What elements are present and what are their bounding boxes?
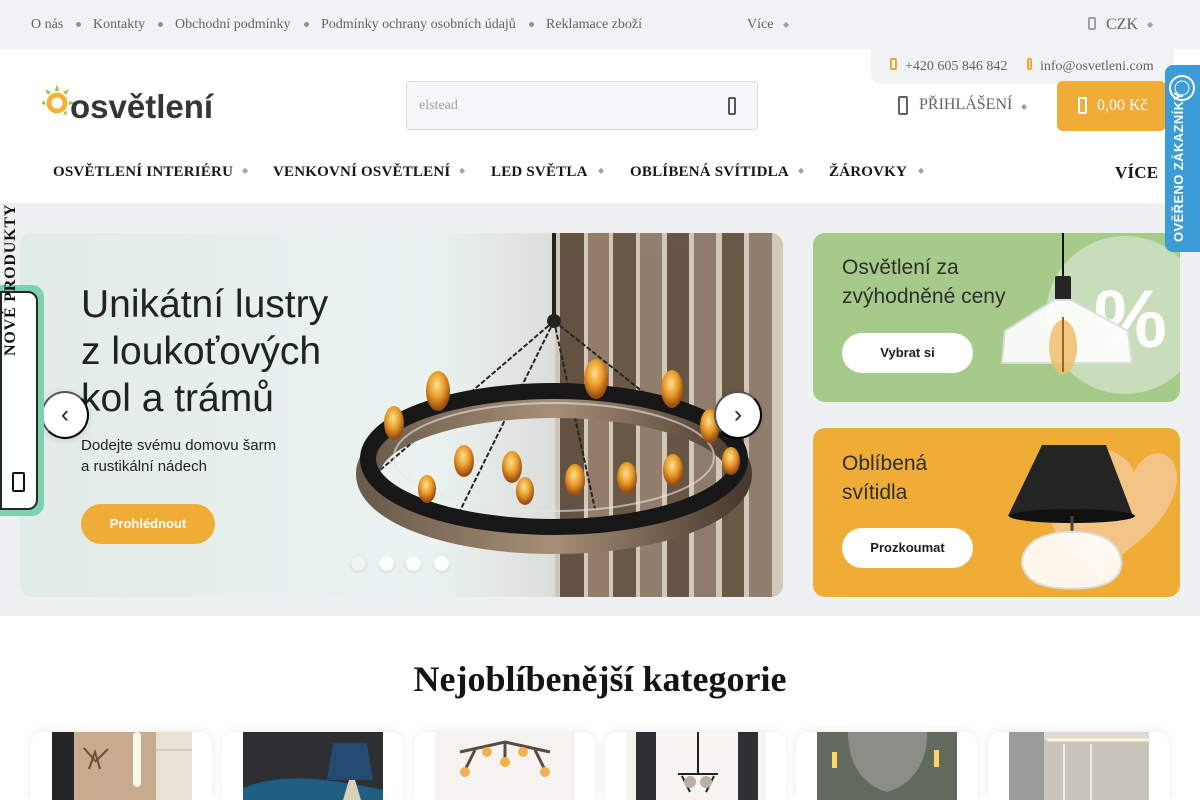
hero-slider[interactable]: Unikátní lustry z loukoťových kol a trám… xyxy=(20,233,783,597)
nav-more[interactable]: VÍCE xyxy=(1115,163,1158,183)
chevron-down-icon: ◆ xyxy=(783,20,790,29)
category-card[interactable] xyxy=(988,732,1169,800)
hero-subtitle-line: a rustikální nádech xyxy=(81,458,207,475)
hero-title-line: kol a trámů xyxy=(81,377,274,420)
cart-icon xyxy=(1078,97,1087,114)
cart-button[interactable]: 0,00 Kč xyxy=(1057,81,1166,131)
category-card[interactable] xyxy=(605,732,786,800)
promo-title-line: svítidla xyxy=(842,481,908,504)
verified-label: OVĚŘENO ZÁKAZNÍKY xyxy=(1171,91,1186,242)
cart-total: 0,00 Kč xyxy=(1097,97,1148,114)
search-icon xyxy=(728,97,736,115)
category-card[interactable] xyxy=(796,732,977,800)
login-label: PŘIHLÁŠENÍ xyxy=(919,96,1013,113)
email-link[interactable]: info@osvetleni.com xyxy=(1040,59,1154,75)
promo-title-line: Oblíbená xyxy=(842,452,928,475)
chevron-down-icon: ◆ xyxy=(598,166,605,175)
sun-logo-icon: osvětlení xyxy=(39,84,215,125)
gift-icon xyxy=(12,472,25,492)
mail-icon xyxy=(1027,58,1032,70)
user-icon xyxy=(898,96,908,115)
top-utility-bar: O nás Kontakty Obchodní podmínky Podmínk… xyxy=(0,0,1200,49)
search-box[interactable] xyxy=(406,81,758,130)
login-button[interactable]: PŘIHLÁŠENÍ ◆ xyxy=(897,92,1037,120)
phone-link[interactable]: +420 605 846 842 xyxy=(905,59,1007,75)
discount-promo-title: Osvětlení za zvýhodněné ceny xyxy=(842,253,1005,311)
nav-bulbs[interactable]: ŽÁROVKY xyxy=(829,164,907,181)
popular-fixtures-title: Oblíbená svítidla xyxy=(842,449,927,507)
slider-pagination xyxy=(351,556,471,572)
slider-next-button[interactable]: › xyxy=(714,391,762,439)
hero-title-line: Unikátní lustry xyxy=(81,283,329,326)
top-link-separator xyxy=(304,22,309,27)
new-products-label: NOVÉ PRODUKTY xyxy=(2,203,19,356)
top-link-separator xyxy=(529,22,534,27)
category-image-wall-light xyxy=(52,732,192,800)
slider-dot[interactable] xyxy=(434,556,449,571)
top-link-separator xyxy=(76,22,81,27)
category-image-led-strip xyxy=(1009,732,1149,800)
hero-subtitle: Dodejte svému domovu šarm a rustikální n… xyxy=(81,435,341,477)
top-more-menu[interactable]: Více xyxy=(747,17,773,33)
nav-led-lights[interactable]: LED SVĚTLA xyxy=(491,164,588,181)
category-card[interactable] xyxy=(414,732,595,800)
choose-discount-button[interactable]: Vybrat si xyxy=(842,333,973,373)
top-link-terms[interactable]: Obchodní podmínky xyxy=(175,17,291,33)
slider-prev-button[interactable]: ‹ xyxy=(41,391,89,439)
explore-fixtures-button[interactable]: Prozkoumat xyxy=(842,528,973,568)
top-link-complaints[interactable]: Reklamace zboží xyxy=(546,17,642,33)
top-link-privacy[interactable]: Podmínky ochrany osobních údajů xyxy=(321,17,516,33)
category-image-chandelier xyxy=(626,732,766,800)
popular-fixtures-promo-card[interactable]: Oblíbená svítidla Prozkoumat xyxy=(813,428,1180,597)
currency-selector[interactable]: CZK xyxy=(1106,16,1138,34)
chevron-down-icon: ◆ xyxy=(459,166,466,175)
site-logo[interactable]: osvětlení xyxy=(39,82,238,125)
chevron-right-icon: › xyxy=(734,401,742,428)
nav-popular-fixtures[interactable]: OBLÍBENÁ SVÍTIDLA xyxy=(630,164,789,181)
category-card[interactable] xyxy=(222,732,403,800)
promo-title-line: zvýhodněné ceny xyxy=(842,285,1006,308)
hero-title: Unikátní lustry z loukoťových kol a trám… xyxy=(81,281,441,422)
search-input[interactable] xyxy=(419,96,699,116)
hero-browse-button[interactable]: Prohlédnout xyxy=(81,504,215,544)
chevron-down-icon: ◆ xyxy=(1021,102,1028,111)
slider-dot[interactable] xyxy=(351,556,366,571)
category-image-table-lamp xyxy=(243,732,383,800)
chevron-left-icon: ‹ xyxy=(61,401,69,428)
category-image-ceiling-light xyxy=(435,732,575,800)
slider-dot[interactable] xyxy=(379,556,394,571)
category-card[interactable] xyxy=(31,732,212,800)
slider-dot[interactable] xyxy=(406,556,421,571)
search-button[interactable] xyxy=(718,93,746,119)
chevron-down-icon: ◆ xyxy=(242,166,249,175)
discount-promo-card[interactable]: % Osvětlení za zvýhodněné ceny Vybrat si xyxy=(813,233,1180,402)
top-link-about[interactable]: O nás xyxy=(31,17,63,33)
nav-outdoor-lighting[interactable]: VENKOVNÍ OSVĚTLENÍ xyxy=(273,164,450,181)
phone-icon xyxy=(890,58,897,70)
logo-wordmark: osvětlení xyxy=(70,88,215,124)
top-link-separator xyxy=(158,22,163,27)
category-image-outdoor-light xyxy=(817,732,957,800)
chevron-down-icon: ◆ xyxy=(798,166,805,175)
top-link-contacts[interactable]: Kontakty xyxy=(93,17,145,33)
nav-interior-lighting[interactable]: OSVĚTLENÍ INTERIÉRU xyxy=(53,164,233,181)
chevron-down-icon: ◆ xyxy=(918,166,925,175)
hero-title-line: z loukoťových xyxy=(81,330,322,373)
promo-title-line: Osvětlení za xyxy=(842,256,959,279)
currency-icon xyxy=(1088,17,1096,30)
popular-categories-title: Nejoblíbenější kategorie xyxy=(413,659,787,699)
hero-subtitle-line: Dodejte svému domovu šarm xyxy=(81,437,277,454)
chevron-down-icon: ◆ xyxy=(1147,20,1154,29)
